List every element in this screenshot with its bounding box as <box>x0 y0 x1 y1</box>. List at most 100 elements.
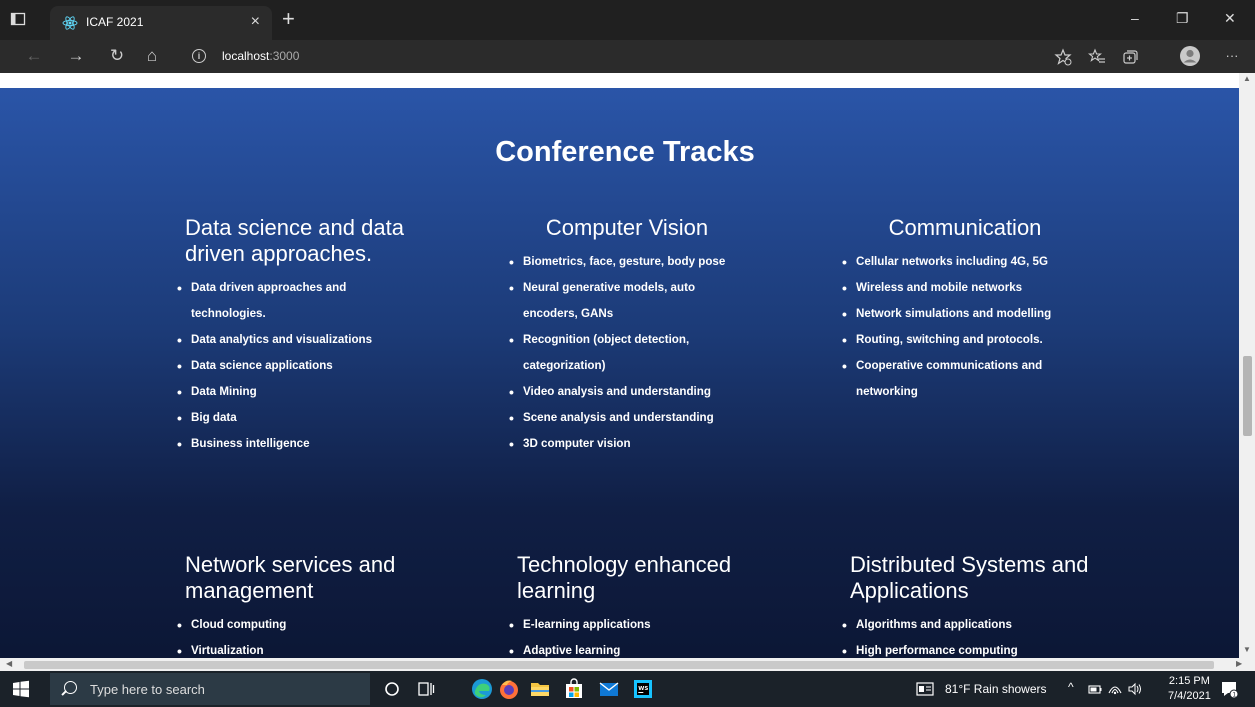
svg-text:1: 1 <box>1232 692 1236 699</box>
wifi-icon[interactable] <box>1107 681 1123 697</box>
track-topic-item: Data Mining <box>175 379 415 405</box>
close-window-button[interactable]: ✕ <box>1224 10 1236 27</box>
track-topic-item: 3D computer vision <box>507 431 747 457</box>
browser-tab[interactable]: ICAF 2021 × <box>50 6 272 40</box>
vertical-scrollbar[interactable]: ▲ ▼ <box>1239 73 1255 658</box>
track-topic-list: Cellular networks including 4G, 5GWirele… <box>840 249 1090 405</box>
track-card: Technology enhanced learning E-learning a… <box>507 552 747 658</box>
scroll-down-icon[interactable]: ▼ <box>1243 645 1251 654</box>
track-card: Data science and data driven approaches.… <box>175 215 415 457</box>
address-bar[interactable]: i localhost:3000 <box>180 44 1040 69</box>
svg-text:WS: WS <box>638 686 648 692</box>
track-card: Distributed Systems and Applications Algo… <box>840 552 1090 658</box>
track-topic-item: Video analysis and understanding <box>507 379 747 405</box>
notifications-icon[interactable]: 1 <box>1219 679 1239 699</box>
track-topic-item: Business intelligence <box>175 431 415 457</box>
weather-widget-icon[interactable] <box>915 680 935 698</box>
windows-taskbar: Type here to search WS 81°F Rain showers… <box>0 671 1255 707</box>
track-topic-item: Big data <box>175 405 415 431</box>
track-title: Communication <box>888 215 1042 240</box>
vertical-scroll-thumb[interactable] <box>1243 356 1252 436</box>
profile-avatar-icon[interactable] <box>1179 45 1201 67</box>
track-topic-item: Algorithms and applications <box>840 612 1090 638</box>
cortana-icon[interactable] <box>380 677 404 701</box>
page-title: Conference Tracks <box>495 136 755 168</box>
track-topic-item: Cellular networks including 4G, 5G <box>840 249 1090 275</box>
track-card: Computer Vision Biometrics, face, gesture… <box>507 215 747 457</box>
show-hidden-icons-icon[interactable]: ^ <box>1068 680 1074 694</box>
page-viewport: Conference Tracks Data science and data … <box>0 73 1239 658</box>
track-topic-list: E-learning applicationsAdaptive learning <box>507 612 747 658</box>
track-topic-item: Scene analysis and understanding <box>507 405 747 431</box>
track-topic-item: Cloud computing <box>175 612 415 638</box>
battery-icon[interactable] <box>1088 682 1102 696</box>
weather-text[interactable]: 81°F Rain showers <box>945 682 1047 696</box>
track-topic-item: Data science applications <box>175 353 415 379</box>
firefox-taskbar-icon[interactable] <box>497 677 521 701</box>
horizontal-scroll-thumb[interactable] <box>24 661 1214 669</box>
track-card: Network services and management Cloud com… <box>175 552 415 658</box>
track-topic-item: Biometrics, face, gesture, body pose <box>507 249 747 275</box>
windows-start-icon[interactable] <box>12 680 30 698</box>
scroll-up-icon[interactable]: ▲ <box>1243 74 1251 83</box>
track-topic-list: Data driven approaches and technologies.… <box>175 275 415 457</box>
conference-tracks-section: Conference Tracks Data science and data … <box>0 88 1239 658</box>
track-topic-list: Cloud computingVirtualization <box>175 612 415 658</box>
track-topic-item: Wireless and mobile networks <box>840 275 1090 301</box>
track-topic-item: Data analytics and visualizations <box>175 327 415 353</box>
tab-title: ICAF 2021 <box>86 15 144 29</box>
home-button[interactable]: ⌂ <box>142 46 162 66</box>
track-topic-item: Network simulations and modelling <box>840 301 1090 327</box>
track-topic-item: Adaptive learning <box>507 638 747 658</box>
browser-tab-strip: ICAF 2021 × + – ❐ ✕ <box>0 0 1255 40</box>
add-favorite-icon[interactable] <box>1054 48 1072 66</box>
track-title: Technology enhanced learning <box>517 552 732 603</box>
horizontal-scrollbar[interactable]: ◀ ▶ <box>0 658 1255 671</box>
url-text[interactable]: localhost:3000 <box>222 49 299 63</box>
microsoft-store-icon[interactable] <box>562 677 586 701</box>
track-topic-item: High performance computing <box>840 638 1090 658</box>
track-title: Network services and management <box>185 552 396 603</box>
mail-icon[interactable] <box>597 677 621 701</box>
refresh-button[interactable]: ↻ <box>107 46 127 66</box>
browser-toolbar: ← → ↻ ⌂ i localhost:3000 ··· <box>0 40 1255 73</box>
track-topic-item: Cooperative communications and networkin… <box>840 353 1090 405</box>
track-topic-list: Biometrics, face, gesture, body poseNeur… <box>507 249 747 457</box>
edge-taskbar-icon[interactable] <box>470 677 494 701</box>
track-title: Distributed Systems and Applications <box>850 552 1089 603</box>
track-title: Data science and data driven approaches. <box>185 215 404 266</box>
track-card: Communication Cellular networks including… <box>840 215 1090 405</box>
collections-icon[interactable] <box>1121 48 1139 66</box>
track-topic-item: E-learning applications <box>507 612 747 638</box>
search-placeholder: Type here to search <box>90 682 205 697</box>
clock-date: 7/4/2021 <box>1168 690 1211 702</box>
maximize-button[interactable]: ❐ <box>1176 10 1189 27</box>
search-icon <box>64 681 77 694</box>
taskbar-search[interactable]: Type here to search <box>50 673 370 705</box>
track-topic-item: Data driven approaches and technologies. <box>175 275 415 327</box>
scroll-right-icon[interactable]: ▶ <box>1236 659 1242 668</box>
react-favicon-icon <box>62 16 78 30</box>
tab-close-icon[interactable]: × <box>251 13 260 31</box>
file-explorer-icon[interactable] <box>528 677 552 701</box>
tab-actions-icon[interactable] <box>10 11 26 27</box>
scroll-left-icon[interactable]: ◀ <box>6 659 12 668</box>
track-topic-item: Recognition (object detection, categoriz… <box>507 327 747 379</box>
taskbar-clock[interactable]: 2:15 PM 7/4/2021 <box>1168 674 1211 704</box>
settings-more-button[interactable]: ··· <box>1222 46 1242 66</box>
favorites-icon[interactable] <box>1088 48 1106 66</box>
track-topic-item: Neural generative models, auto encoders,… <box>507 275 747 327</box>
forward-button[interactable]: → <box>66 46 86 66</box>
track-topic-item: Virtualization <box>175 638 415 658</box>
track-topic-list: Algorithms and applicationsHigh performa… <box>840 612 1090 658</box>
track-topic-item: Routing, switching and protocols. <box>840 327 1090 353</box>
track-title: Computer Vision <box>545 215 709 240</box>
webstorm-icon[interactable]: WS <box>631 677 655 701</box>
minimize-button[interactable]: – <box>1131 10 1139 26</box>
site-info-icon[interactable]: i <box>192 49 206 63</box>
task-view-icon[interactable] <box>414 677 438 701</box>
new-tab-button[interactable]: + <box>282 6 295 32</box>
back-button[interactable]: ← <box>24 46 44 66</box>
volume-icon[interactable] <box>1127 681 1143 697</box>
clock-time: 2:15 PM <box>1168 675 1210 687</box>
